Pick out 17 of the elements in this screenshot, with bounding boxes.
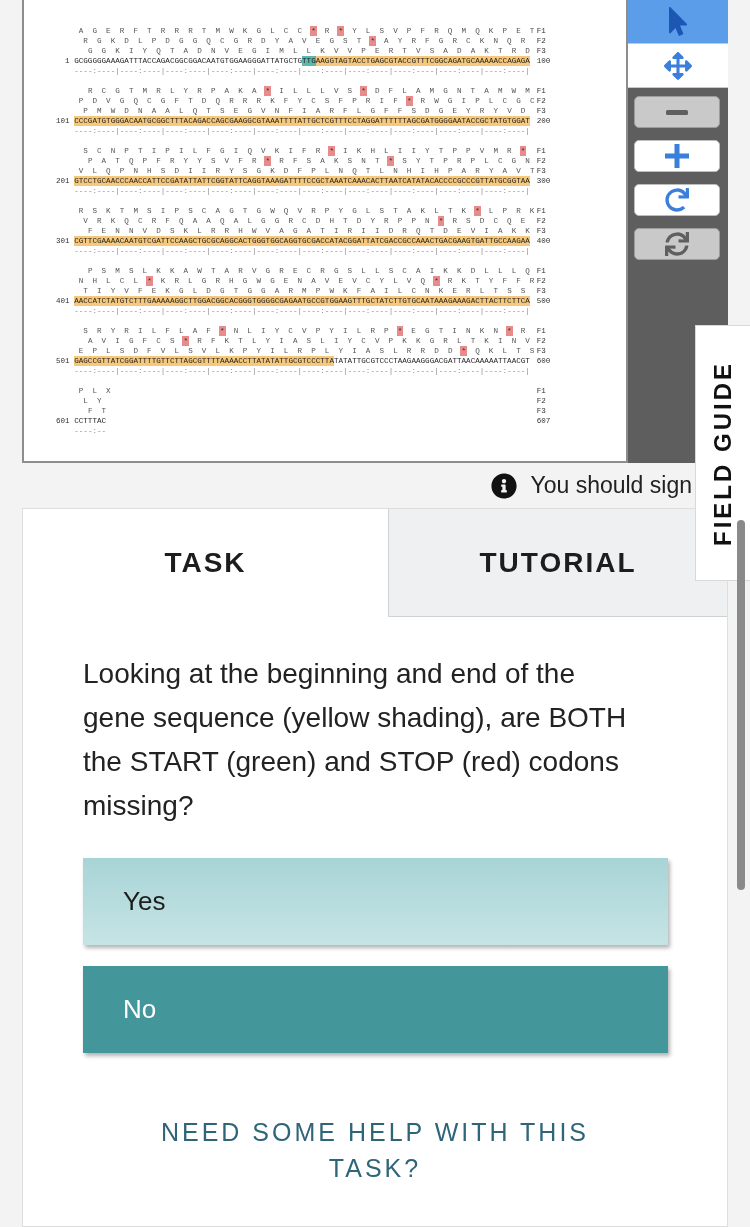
sync-arrows-icon (665, 232, 689, 256)
minus-icon (666, 109, 688, 115)
cursor-icon (669, 7, 687, 36)
help-link[interactable]: NEED SOME HELP WITH THIS TASK? (135, 1114, 615, 1186)
plus-icon (665, 144, 689, 168)
zoom-in-button[interactable] (634, 140, 720, 172)
scrollbar-thumb[interactable] (737, 520, 745, 890)
field-guide-tab[interactable]: FIELD GUIDE (695, 325, 750, 581)
pointer-tool-button[interactable] (628, 0, 728, 44)
move-tool-button[interactable] (628, 44, 728, 88)
four-way-arrows-icon (664, 51, 692, 80)
info-icon (491, 472, 518, 499)
notice-text: You should sign (530, 471, 692, 501)
answer-button[interactable]: Yes (83, 858, 668, 945)
circular-arrow-icon (665, 188, 689, 212)
rotate-button[interactable] (634, 184, 720, 216)
question-text: Looking at the beginning and end of the gene sequence (yellow shading), are BOTH the START (green) and STOP (red) codons missing? (83, 657, 628, 823)
